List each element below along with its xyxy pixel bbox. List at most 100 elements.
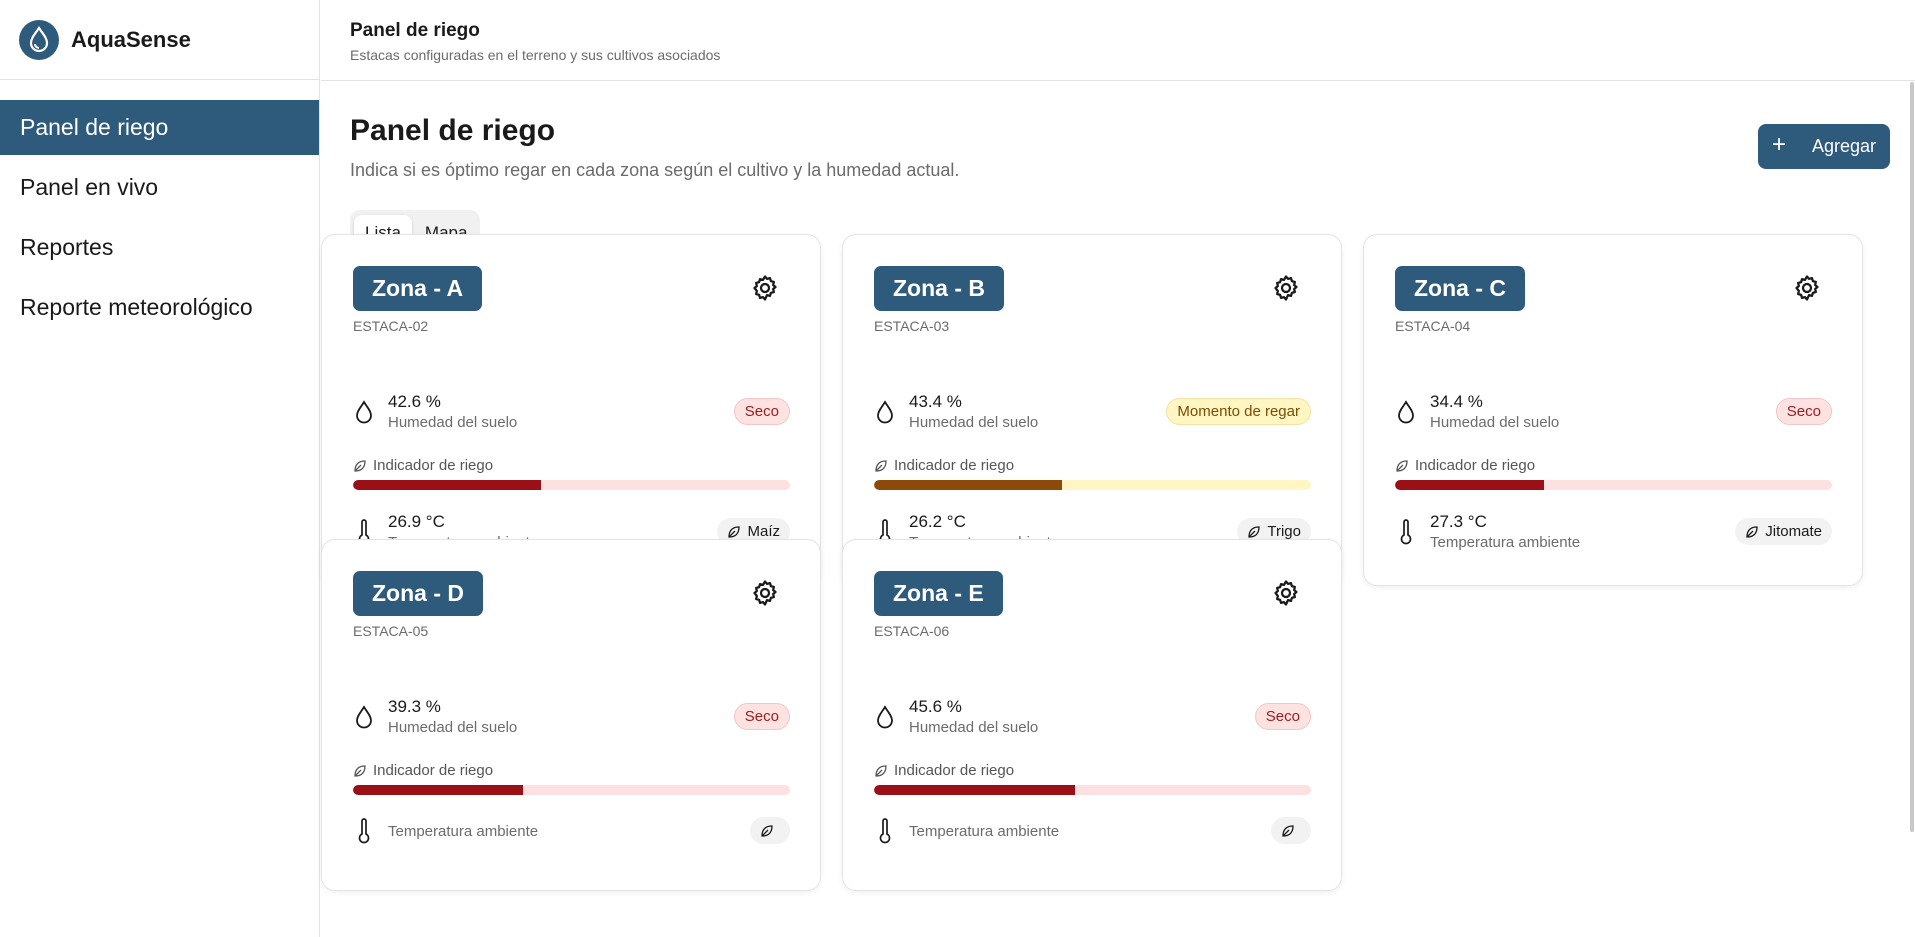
humidity-label: Humedad del suelo bbox=[909, 414, 1039, 431]
irrigation-indicator-bar bbox=[353, 785, 790, 795]
status-badge: Seco bbox=[1775, 398, 1832, 425]
brand-name: AquaSense bbox=[71, 26, 191, 52]
top-header: Panel de riego Estacas configuradas en e… bbox=[321, 0, 1915, 81]
irrigation-indicator-fill bbox=[874, 480, 1062, 490]
indicator-label: Indicador de riego bbox=[373, 457, 494, 474]
humidity-row: 34.4 % Humedad del suelo Seco bbox=[1395, 392, 1832, 431]
humidity-label: Humedad del suelo bbox=[388, 414, 518, 431]
gear-icon[interactable] bbox=[750, 273, 780, 303]
header-title: Panel de riego bbox=[350, 20, 480, 41]
zone-card-4: Zona - D ESTACA-05 39.3 % Humedad del su… bbox=[321, 539, 821, 891]
humidity-row: 43.4 % Humedad del suelo Momento de rega… bbox=[874, 392, 1311, 431]
irrigation-indicator-bar bbox=[1395, 480, 1832, 490]
crop-badge bbox=[1271, 817, 1311, 844]
indicator-label-group: Indicador de riego bbox=[1395, 457, 1535, 474]
scrollbar[interactable] bbox=[1909, 82, 1915, 832]
leaf-icon bbox=[1396, 459, 1408, 472]
gear-icon[interactable] bbox=[1271, 273, 1301, 303]
stake-id: ESTACA-02 bbox=[353, 318, 429, 334]
status-badge: Seco bbox=[733, 398, 790, 425]
sidebar-item-reportes[interactable]: Reportes bbox=[0, 220, 319, 275]
temperature-value: 27.3 °C bbox=[1430, 512, 1487, 531]
irrigation-indicator-fill bbox=[353, 480, 541, 490]
temperature-label: Temperatura ambiente bbox=[1430, 534, 1581, 551]
zone-name-badge: Zona - B bbox=[874, 266, 1004, 311]
humidity-row: 45.6 % Humedad del suelo Seco bbox=[874, 697, 1311, 736]
humidity-value: 42.6 % bbox=[388, 392, 441, 411]
indicator-label: Indicador de riego bbox=[373, 762, 494, 779]
irrigation-indicator-fill bbox=[353, 785, 524, 795]
crop-badge: Jitomate bbox=[1735, 518, 1832, 545]
zone-card-5: Zona - E ESTACA-06 45.6 % Humedad del su… bbox=[842, 539, 1342, 891]
stake-id: ESTACA-05 bbox=[353, 623, 429, 639]
crop-name: Jitomate bbox=[1765, 523, 1822, 540]
sidebar-item-reporte-meteorologico[interactable]: Reporte meteorológico bbox=[0, 280, 319, 335]
indicator-label-group: Indicador de riego bbox=[353, 762, 493, 779]
temperature-row: 27.3 °C Temperatura ambiente Jitomate bbox=[1395, 512, 1832, 551]
leaf-icon bbox=[1746, 525, 1758, 538]
leaf-icon bbox=[1282, 824, 1294, 837]
leaf-icon bbox=[875, 764, 887, 777]
temperature-row: Temperatura ambiente bbox=[874, 817, 1311, 844]
indicator-label-group: Indicador de riego bbox=[874, 762, 1014, 779]
app-root: AquaSense Panel de riego Panel en vivo R… bbox=[0, 0, 1915, 937]
sidebar-item-panel-en-vivo[interactable]: Panel en vivo bbox=[0, 160, 319, 215]
brand[interactable]: AquaSense bbox=[0, 0, 319, 80]
leaf-icon bbox=[354, 459, 366, 472]
zone-name-badge: Zona - D bbox=[353, 571, 483, 616]
thermometer-icon bbox=[874, 817, 896, 844]
page-description: Indica si es óptimo regar en cada zona s… bbox=[350, 160, 960, 180]
indicator-label-group: Indicador de riego bbox=[353, 457, 493, 474]
irrigation-indicator-bar bbox=[874, 480, 1311, 490]
page-title: Panel de riego bbox=[350, 114, 556, 147]
sidebar-nav: Panel de riego Panel en vivo Reportes Re… bbox=[0, 100, 319, 335]
status-badge: Momento de regar bbox=[1166, 398, 1311, 425]
leaf-icon bbox=[354, 764, 366, 777]
header-subtitle: Estacas configuradas en el terreno y sus… bbox=[350, 47, 721, 63]
sidebar: AquaSense Panel de riego Panel en vivo R… bbox=[0, 0, 320, 937]
main-content: Panel de riego Indica si es óptimo regar… bbox=[321, 82, 1915, 937]
stake-id: ESTACA-04 bbox=[1395, 318, 1471, 334]
zone-name-badge: Zona - A bbox=[353, 266, 483, 311]
zone-card-2: Zona - B ESTACA-03 43.4 % Humedad del su… bbox=[842, 234, 1342, 586]
water-drop-icon bbox=[874, 704, 896, 730]
humidity-value: 39.3 % bbox=[388, 697, 441, 716]
water-drop-icon bbox=[353, 399, 375, 425]
temperature-value: 26.2 °C bbox=[909, 512, 966, 531]
temperature-value: 26.9 °C bbox=[388, 512, 445, 531]
indicator-label-group: Indicador de riego bbox=[874, 457, 1014, 474]
crop-name: Trigo bbox=[1267, 523, 1301, 540]
irrigation-indicator-bar bbox=[353, 480, 790, 490]
add-button-label: Agregar bbox=[1811, 136, 1877, 156]
sidebar-item-panel-riego[interactable]: Panel de riego bbox=[0, 100, 319, 155]
zone-card-3: Zona - C ESTACA-04 34.4 % Humedad del su… bbox=[1363, 234, 1863, 586]
humidity-label: Humedad del suelo bbox=[388, 719, 518, 736]
irrigation-indicator-bar bbox=[874, 785, 1311, 795]
gear-icon[interactable] bbox=[1792, 273, 1822, 303]
leaf-icon bbox=[728, 525, 741, 538]
leaf-icon bbox=[761, 824, 773, 837]
zone-name-badge: Zona - C bbox=[1395, 266, 1525, 311]
stake-id: ESTACA-06 bbox=[874, 623, 950, 639]
leaf-icon bbox=[875, 459, 887, 472]
water-drop-icon bbox=[874, 399, 896, 425]
humidity-label: Humedad del suelo bbox=[1430, 414, 1560, 431]
add-button[interactable]: + Agregar bbox=[1758, 124, 1890, 169]
indicator-label: Indicador de riego bbox=[894, 762, 1015, 779]
zone-card-1: Zona - A ESTACA-02 42.6 % Humedad del su… bbox=[321, 234, 821, 586]
water-drop-icon bbox=[1395, 399, 1417, 425]
zone-name-badge: Zona - E bbox=[874, 571, 1003, 616]
water-drop-logo-icon bbox=[19, 19, 59, 60]
water-drop-icon bbox=[353, 704, 375, 730]
status-badge: Seco bbox=[733, 703, 790, 730]
gear-icon[interactable] bbox=[1271, 578, 1301, 608]
humidity-row: 39.3 % Humedad del suelo Seco bbox=[353, 697, 790, 736]
humidity-row: 42.6 % Humedad del suelo Seco bbox=[353, 392, 790, 431]
gear-icon[interactable] bbox=[750, 578, 780, 608]
temperature-row: Temperatura ambiente bbox=[353, 817, 790, 844]
humidity-value: 34.4 % bbox=[1430, 392, 1483, 411]
stake-id: ESTACA-03 bbox=[874, 318, 950, 334]
indicator-label: Indicador de riego bbox=[894, 457, 1015, 474]
thermometer-icon bbox=[353, 817, 375, 844]
leaf-icon bbox=[1248, 525, 1261, 538]
